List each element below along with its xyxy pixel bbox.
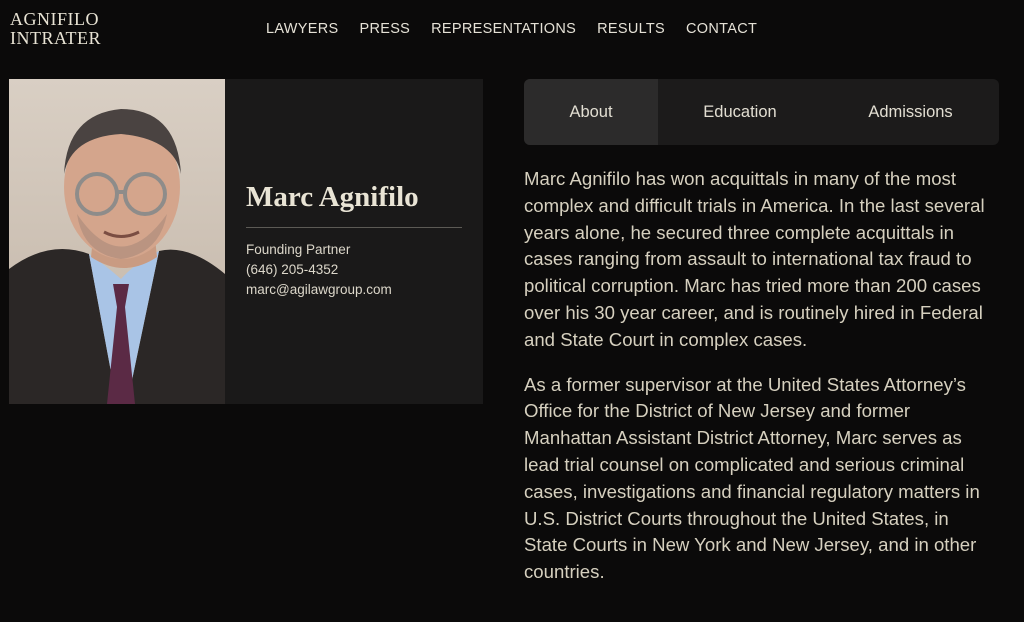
tab-admissions[interactable]: Admissions <box>822 79 999 145</box>
nav-representations[interactable]: REPRESENTATIONS <box>431 21 576 37</box>
bio-paragraph: Marc Agnifilo has won acquittals in many… <box>524 168 985 350</box>
tab-education[interactable]: Education <box>658 79 822 145</box>
bio-paragraph: As a former supervisor at the United Sta… <box>524 373 980 583</box>
nav-press[interactable]: PRESS <box>359 21 410 37</box>
lawyer-email[interactable]: marc@agilawgroup.com <box>246 280 483 300</box>
logo-line-2: INTRATER <box>10 28 101 48</box>
tab-about[interactable]: About <box>524 79 658 145</box>
lawyer-name: Marc Agnifilo <box>246 181 462 228</box>
bio-text: Marc Agnifilo has won acquittals in many… <box>524 166 994 604</box>
lawyer-title: Founding Partner <box>246 242 351 257</box>
site-logo[interactable]: AGNIFILO INTRATER <box>10 10 101 48</box>
nav-contact[interactable]: CONTACT <box>686 21 757 37</box>
nav-lawyers[interactable]: LAWYERS <box>266 21 338 37</box>
profile-info: Marc Agnifilo Founding Partner (646) 205… <box>225 79 483 404</box>
lawyer-phone[interactable]: (646) 205-4352 <box>246 260 483 280</box>
profile-photo <box>9 79 225 404</box>
nav-results[interactable]: RESULTS <box>597 21 665 37</box>
main-nav: LAWYERS PRESS REPRESENTATIONS RESULTS CO… <box>266 21 757 37</box>
logo-line-1: AGNIFILO <box>10 9 99 29</box>
profile-tabs: About Education Admissions <box>524 79 999 145</box>
profile-card: Marc Agnifilo Founding Partner (646) 205… <box>9 79 483 404</box>
